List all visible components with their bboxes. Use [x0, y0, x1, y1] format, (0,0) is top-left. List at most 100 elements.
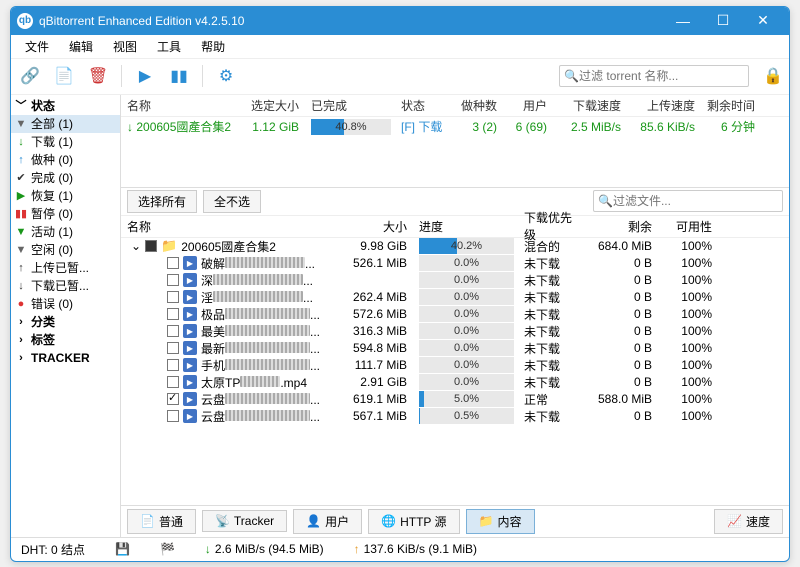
video-icon: ▶: [183, 375, 197, 389]
col-status[interactable]: 状态: [395, 95, 449, 116]
checkbox[interactable]: [167, 359, 179, 371]
col-dl[interactable]: 下载速度: [553, 95, 627, 116]
sidebar-category[interactable]: ›分类: [11, 313, 120, 331]
lock-icon[interactable]: 🔒: [763, 66, 783, 86]
maximize-button[interactable]: ☐: [703, 12, 743, 29]
file-row-folder[interactable]: ⌄ 📁 200605國產合集2 9.98 GiB 40.2% 混合的 684.0…: [121, 238, 789, 255]
sidebar-item[interactable]: ✔完成 (0): [11, 169, 120, 187]
select-all-button[interactable]: 选择所有: [127, 190, 197, 213]
file-row[interactable]: ▶ 云盘.... 567.1 MiB 0.5% 未下载 0 B 100%: [121, 408, 789, 425]
checkbox[interactable]: [167, 291, 179, 303]
sidebar-item[interactable]: ▼全部 (1): [11, 115, 120, 133]
fcol-prog[interactable]: 进度: [413, 216, 518, 237]
tab-速度[interactable]: 📈速度: [714, 509, 783, 534]
file-progress: 0.0%: [413, 357, 518, 373]
separator: [121, 65, 122, 87]
file-toolbar: 选择所有 全不选 🔍: [121, 188, 789, 216]
tab-tracker[interactable]: 📡Tracker: [202, 510, 287, 532]
sidebar-tags[interactable]: ›标签: [11, 331, 120, 349]
close-button[interactable]: ✕: [743, 12, 783, 29]
file-priority: 未下载: [518, 289, 578, 306]
sidebar-item-label: 完成 (0): [31, 170, 73, 186]
sidebar-tracker[interactable]: ›TRACKER: [11, 349, 120, 367]
checkbox[interactable]: [167, 342, 179, 354]
checkbox[interactable]: [167, 410, 179, 422]
sidebar-item[interactable]: ▮▮暂停 (0): [11, 205, 120, 223]
col-name[interactable]: 名称: [121, 95, 243, 116]
checkbox[interactable]: [167, 274, 179, 286]
video-icon: ▶: [183, 273, 197, 287]
checkbox[interactable]: [145, 240, 157, 252]
fcol-rem[interactable]: 剩余: [578, 216, 658, 237]
sidebar-item[interactable]: ▼活动 (1): [11, 223, 120, 241]
file-availability: 100%: [658, 392, 718, 406]
checkbox[interactable]: [167, 393, 179, 405]
settings-button[interactable]: ⚙: [213, 63, 239, 89]
col-done[interactable]: 已完成: [305, 95, 395, 116]
menu-view[interactable]: 视图: [103, 38, 147, 55]
sidebar-item[interactable]: ↑做种 (0): [11, 151, 120, 169]
file-availability: 100%: [658, 375, 718, 389]
menu-help[interactable]: 帮助: [191, 38, 235, 55]
menu-tools[interactable]: 工具: [147, 38, 191, 55]
sidebar-item-label: 恢复 (1): [31, 188, 73, 204]
select-none-button[interactable]: 全不选: [203, 190, 261, 213]
file-row[interactable]: ▶ 最新.... 594.8 MiB 0.0% 未下载 0 B 100%: [121, 340, 789, 357]
col-eta[interactable]: 剩余时间: [701, 95, 761, 116]
fcol-avail[interactable]: 可用性: [658, 216, 718, 237]
tab-label: HTTP 源: [400, 513, 446, 530]
file-size: 111.7 MiB: [341, 358, 413, 372]
fcol-name[interactable]: 名称: [121, 216, 341, 237]
checkbox[interactable]: [167, 257, 179, 269]
global-ul: ↑137.6 KiB/s (9.1 MiB): [354, 542, 477, 556]
file-availability: 100%: [658, 239, 718, 253]
file-progress: 0.0%: [413, 255, 518, 271]
tab-普通[interactable]: 📄普通: [127, 509, 196, 534]
expand-icon[interactable]: ⌄: [131, 239, 141, 253]
file-row[interactable]: ▶ 手机.... 111.7 MiB 0.0% 未下载 0 B 100%: [121, 357, 789, 374]
file-remaining: 684.0 MiB: [578, 239, 658, 253]
file-progress: 0.0%: [413, 306, 518, 322]
sidebar-item[interactable]: ▼空闲 (0): [11, 241, 120, 259]
checkbox[interactable]: [167, 325, 179, 337]
col-peers[interactable]: 用户: [503, 95, 553, 116]
file-row[interactable]: ▶ 太原TP..mp4 2.91 GiB 0.0% 未下载 0 B 100%: [121, 374, 789, 391]
add-link-button[interactable]: 🔗: [17, 63, 43, 89]
file-row[interactable]: ▶ 极品.... 572.6 MiB 0.0% 未下载 0 B 100%: [121, 306, 789, 323]
sidebar-item[interactable]: ↓下载 (1): [11, 133, 120, 151]
file-row[interactable]: ▶ 最美.... 316.3 MiB 0.0% 未下载 0 B 100%: [121, 323, 789, 340]
col-seeds[interactable]: 做种数: [449, 95, 503, 116]
tab-内容[interactable]: 📁内容: [466, 509, 535, 534]
tab-http 源[interactable]: 🌐HTTP 源: [368, 509, 459, 534]
sidebar-item[interactable]: ↓下载已暂...: [11, 277, 120, 295]
torrent-filter-input[interactable]: 🔍: [559, 65, 749, 87]
separator: [202, 65, 203, 87]
minimize-button[interactable]: ―: [663, 13, 703, 29]
search-icon: 🔍: [598, 194, 613, 208]
sidebar-item[interactable]: ▶恢复 (1): [11, 187, 120, 205]
fcol-size[interactable]: 大小: [341, 216, 413, 237]
tab-用户[interactable]: 👤用户: [293, 509, 362, 534]
file-row[interactable]: ▶ 淫.... 262.4 MiB 0.0% 未下载 0 B 100%: [121, 289, 789, 306]
col-ul[interactable]: 上传速度: [627, 95, 701, 116]
pause-button[interactable]: ▮▮: [166, 63, 192, 89]
add-file-button[interactable]: 📄: [51, 63, 77, 89]
resume-button[interactable]: ▶: [132, 63, 158, 89]
file-filter-input[interactable]: 🔍: [593, 190, 783, 212]
file-row[interactable]: ▶ 云盘.... 619.1 MiB 5.0% 正常 588.0 MiB 100…: [121, 391, 789, 408]
file-size: 2.91 GiB: [341, 375, 413, 389]
checkbox[interactable]: [167, 376, 179, 388]
file-row[interactable]: ▶ 深.... 0.0% 未下载 0 B 100%: [121, 272, 789, 289]
menu-edit[interactable]: 编辑: [59, 38, 103, 55]
sidebar-status-header[interactable]: ﹀状态: [11, 97, 120, 115]
download-icon: ↓: [127, 120, 133, 134]
sidebar-item[interactable]: ↑上传已暂...: [11, 259, 120, 277]
torrent-row[interactable]: ↓ 200605國產合集2 1.12 GiB 40.8% [F] 下载 3 (2…: [121, 117, 789, 137]
delete-button[interactable]: 🗑: [85, 63, 111, 89]
file-progress: 0.0%: [413, 272, 518, 288]
col-size[interactable]: 选定大小: [243, 95, 305, 116]
sidebar-item[interactable]: ●错误 (0): [11, 295, 120, 313]
menu-file[interactable]: 文件: [15, 38, 59, 55]
checkbox[interactable]: [167, 308, 179, 320]
file-row[interactable]: ▶ 破解.... 526.1 MiB 0.0% 未下载 0 B 100%: [121, 255, 789, 272]
